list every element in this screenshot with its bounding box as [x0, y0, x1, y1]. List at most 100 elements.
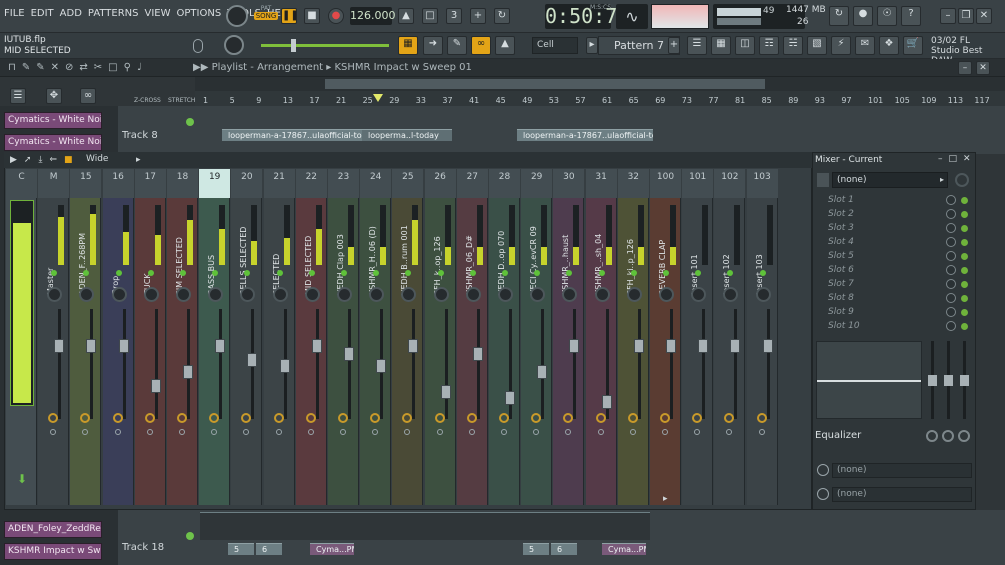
eq-knob-low[interactable]	[926, 430, 938, 442]
effect-slot[interactable]: Slot 3	[816, 222, 974, 235]
menu-file[interactable]: FILE	[4, 8, 25, 19]
strip-pan-knob[interactable]	[176, 287, 191, 302]
link-chain-icon[interactable]: ∞	[80, 88, 96, 104]
mute-icon[interactable]: ⊘	[65, 62, 73, 73]
send-select-a[interactable]: (none)	[832, 463, 972, 478]
strip-number[interactable]: 18	[167, 169, 198, 198]
strip-send-icon[interactable]	[692, 413, 703, 423]
slot-enable-led[interactable]	[961, 197, 968, 204]
strip-route-icon[interactable]	[146, 429, 153, 435]
mixer-strip[interactable]: 32 SFH_ki..p_126	[617, 169, 649, 505]
typing-keyboard-icon[interactable]: ▦	[398, 36, 418, 55]
add-pattern-icon[interactable]: +	[668, 37, 680, 54]
playlist-minimize-icon[interactable]: –	[958, 61, 972, 75]
channel-slot[interactable]: Cymatics - White Noi...	[4, 112, 102, 129]
strip-send-icon[interactable]	[627, 413, 638, 423]
channel-slot[interactable]: Cymatics - White Noi...	[4, 134, 102, 151]
strip-volume-fader[interactable]	[637, 309, 641, 419]
strip-send-icon[interactable]	[595, 413, 606, 423]
strip-pan-knob[interactable]	[691, 287, 707, 302]
strip-pan-knob[interactable]	[530, 287, 546, 302]
mixer-strip[interactable]: 15 ADEN_F..268PM	[70, 169, 102, 505]
strip-number[interactable]: 26	[424, 169, 456, 198]
strip-volume-fader[interactable]	[187, 309, 190, 419]
pat-song-switch[interactable]: PAT SONG	[254, 5, 278, 27]
mixer-strip[interactable]: 19 BASS BUS	[199, 169, 231, 505]
help-icon[interactable]: ?	[901, 6, 921, 26]
strip-fader-cap[interactable]	[150, 379, 161, 393]
mixer-strip[interactable]: 31 KSHMR_..sh_04	[585, 169, 617, 505]
strip-send-icon[interactable]	[273, 413, 284, 423]
midi-icon[interactable]: ●	[853, 6, 873, 26]
strip-fader-cap[interactable]	[279, 359, 290, 373]
strip-number[interactable]: 102	[714, 169, 746, 198]
playlist-overview[interactable]	[195, 77, 1005, 91]
audio-clip[interactable]: looperman-a-17867..ulaofficial-today	[222, 129, 362, 141]
slot-mix-knob[interactable]	[946, 195, 956, 205]
slot-mix-knob[interactable]	[946, 251, 956, 261]
master-pitch-slider[interactable]	[261, 39, 389, 52]
strip-fader-cap[interactable]	[601, 395, 612, 409]
mixer-menu-icon[interactable]: ▸	[136, 155, 141, 165]
strip-enable-led[interactable]	[502, 270, 508, 276]
strip-route-icon[interactable]	[82, 429, 89, 435]
strip-volume-fader[interactable]	[444, 309, 448, 419]
strip-send-icon[interactable]	[724, 413, 735, 423]
effect-slot[interactable]: Slot 6	[816, 264, 974, 277]
playlist-icon[interactable]: ☰	[687, 36, 707, 55]
strip-fader-cap[interactable]	[440, 385, 451, 399]
wait-input-icon[interactable]: □	[422, 8, 438, 24]
strip-route-icon[interactable]	[50, 429, 57, 435]
effect-slot[interactable]: Slot 8	[816, 292, 974, 305]
slot-mix-knob[interactable]	[946, 279, 956, 289]
strip-fader-cap[interactable]	[54, 339, 65, 353]
strip-volume-fader[interactable]	[348, 309, 351, 419]
hat-icon[interactable]: ▲	[495, 36, 515, 55]
strip-send-icon[interactable]	[499, 413, 509, 423]
menu-edit[interactable]: EDIT	[31, 8, 54, 19]
strip-send-icon[interactable]	[177, 413, 187, 423]
strip-fader-cap[interactable]	[86, 339, 97, 353]
strip-send-icon[interactable]	[209, 413, 220, 423]
strip-fader-cap[interactable]	[183, 365, 193, 379]
strip-pan-knob[interactable]	[337, 287, 352, 302]
strip-number[interactable]: 32	[617, 169, 649, 198]
strip-route-icon[interactable]	[404, 429, 411, 435]
minimize-icon[interactable]: –	[940, 8, 956, 24]
strip-pan-knob[interactable]	[79, 287, 95, 302]
mixer-strip[interactable]: 30 KSHMR_..haust	[553, 169, 585, 505]
effect-slot[interactable]: Slot 1	[816, 194, 974, 207]
shop-icon[interactable]: 🛒	[903, 36, 923, 55]
strip-number[interactable]: 103	[746, 169, 778, 198]
strip-send-icon[interactable]	[305, 413, 316, 423]
mixer-strip[interactable]: 26 SFH_k..op_126	[424, 169, 456, 505]
strip-fader-cap[interactable]	[215, 339, 226, 353]
strip-volume-fader[interactable]	[412, 309, 416, 419]
stop-button[interactable]: ■	[304, 8, 320, 24]
snap-select[interactable]: Cell	[532, 37, 578, 54]
strip-send-icon[interactable]	[466, 413, 477, 423]
strip-fader-cap[interactable]	[408, 339, 419, 353]
strip-route-icon[interactable]	[275, 429, 282, 435]
strip-fader-cap[interactable]	[537, 365, 548, 379]
strip-number[interactable]: 100	[650, 169, 681, 198]
track-8-mute-led[interactable]	[186, 118, 194, 126]
mixer-strip[interactable]: 23 VEDH Clap 003	[328, 169, 359, 505]
strip-route-icon[interactable]	[629, 429, 636, 435]
browser-icon[interactable]: ▧	[807, 36, 827, 55]
slot-enable-led[interactable]	[961, 281, 968, 288]
strip-pan-knob[interactable]	[433, 287, 449, 302]
slot-mix-knob[interactable]	[946, 223, 956, 233]
strip-number[interactable]: 28	[489, 169, 520, 198]
strip-volume-fader[interactable]	[541, 309, 545, 419]
pencil-icon[interactable]: ✎	[447, 36, 467, 55]
tempo-display[interactable]: 126.000	[350, 7, 396, 25]
draw-icon[interactable]: ✎	[22, 62, 30, 73]
strip-send-icon[interactable]	[80, 413, 91, 423]
strip-number[interactable]: C	[6, 169, 37, 198]
strip-route-icon[interactable]	[726, 429, 733, 435]
effect-slot[interactable]: Slot 9	[816, 306, 974, 319]
strip-send-icon[interactable]	[241, 413, 252, 423]
strip-route-icon[interactable]	[211, 429, 218, 435]
eq-knob-high[interactable]	[958, 430, 970, 442]
